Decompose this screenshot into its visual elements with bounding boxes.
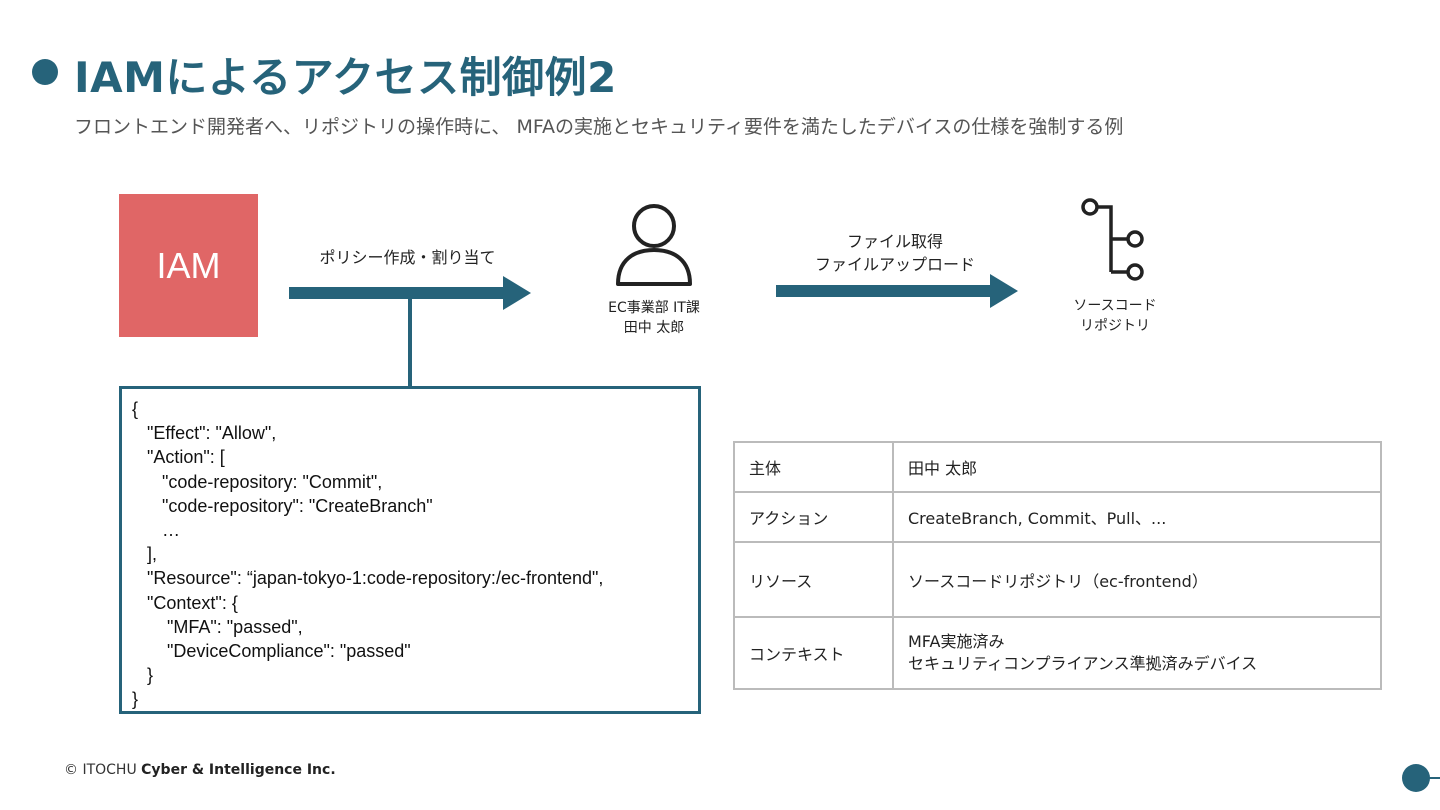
policy-line: "code-repository: "Commit",	[132, 471, 383, 492]
policy-document: { "Effect": "Allow", "Action": [ "code-r…	[119, 386, 701, 714]
table-value-line: セキュリティコンプライアンス準拠済みデバイス	[908, 654, 1258, 673]
user-icon	[616, 204, 692, 286]
repository-label-line1: ソースコード	[1073, 298, 1157, 314]
table-value: MFA実施済み セキュリティコンプライアンス準拠済みデバイス	[892, 616, 1382, 690]
policy-line: }	[132, 665, 154, 686]
table-row: リソース ソースコードリポジトリ（ec-frontend）	[733, 541, 1382, 618]
policy-line: "Context": {	[132, 592, 238, 613]
policy-line: {	[132, 399, 139, 419]
company-name: Cyber & Intelligence Inc.	[141, 762, 336, 778]
table-value: CreateBranch, Commit、Pull、...	[892, 491, 1382, 543]
user-name: 田中 太郎	[623, 320, 685, 336]
table-key: コンテキスト	[733, 616, 894, 690]
policy-line: "Effect": "Allow",	[132, 423, 277, 444]
table-value: ソースコードリポジトリ（ec-frontend）	[892, 541, 1382, 618]
user-department: EC事業部 IT課	[608, 300, 700, 316]
policy-line: ],	[132, 544, 158, 565]
repository-branch-icon	[1081, 198, 1144, 281]
table-row: 主体 田中 太郎	[733, 441, 1382, 493]
file-access-arrow	[776, 274, 1018, 308]
policy-line: "Action": [	[132, 447, 225, 468]
policy-line: "MFA": "passed",	[132, 616, 303, 637]
user-label: EC事業部 IT課 田中 太郎	[580, 298, 728, 338]
policy-line: "Resource": “japan-tokyo-1:code-reposito…	[132, 568, 604, 589]
policy-connector-line	[408, 296, 412, 388]
policy-line: "code-repository": "CreateBranch"	[132, 495, 433, 516]
corner-decoration-line	[1428, 777, 1440, 779]
file-upload-label: ファイルアップロード	[814, 255, 975, 274]
copyright-text: © ITOCHU	[64, 762, 142, 778]
file-get-label: ファイル取得	[846, 232, 943, 251]
table-key: リソース	[733, 541, 894, 618]
table-value-line: MFA実施済み	[908, 632, 1005, 651]
repository-label: ソースコード リポジトリ	[1050, 296, 1180, 336]
table-key: アクション	[733, 491, 894, 543]
footer-copyright: © ITOCHU Cyber & Intelligence Inc.	[64, 762, 336, 778]
table-row: アクション CreateBranch, Commit、Pull、...	[733, 491, 1382, 543]
policy-line: "DeviceCompliance": "passed"	[132, 641, 411, 662]
table-value: 田中 太郎	[892, 441, 1382, 493]
repository-label-line2: リポジトリ	[1080, 318, 1150, 334]
table-row: コンテキスト MFA実施済み セキュリティコンプライアンス準拠済みデバイス	[733, 616, 1382, 690]
file-access-label: ファイル取得 ファイルアップロード	[790, 230, 1000, 276]
table-key: 主体	[733, 441, 894, 493]
corner-decoration-icon	[1402, 764, 1430, 792]
access-info-table: 主体 田中 太郎 アクション CreateBranch, Commit、Pull…	[733, 441, 1382, 690]
policy-line: }	[132, 689, 139, 710]
policy-line: …	[132, 520, 181, 541]
